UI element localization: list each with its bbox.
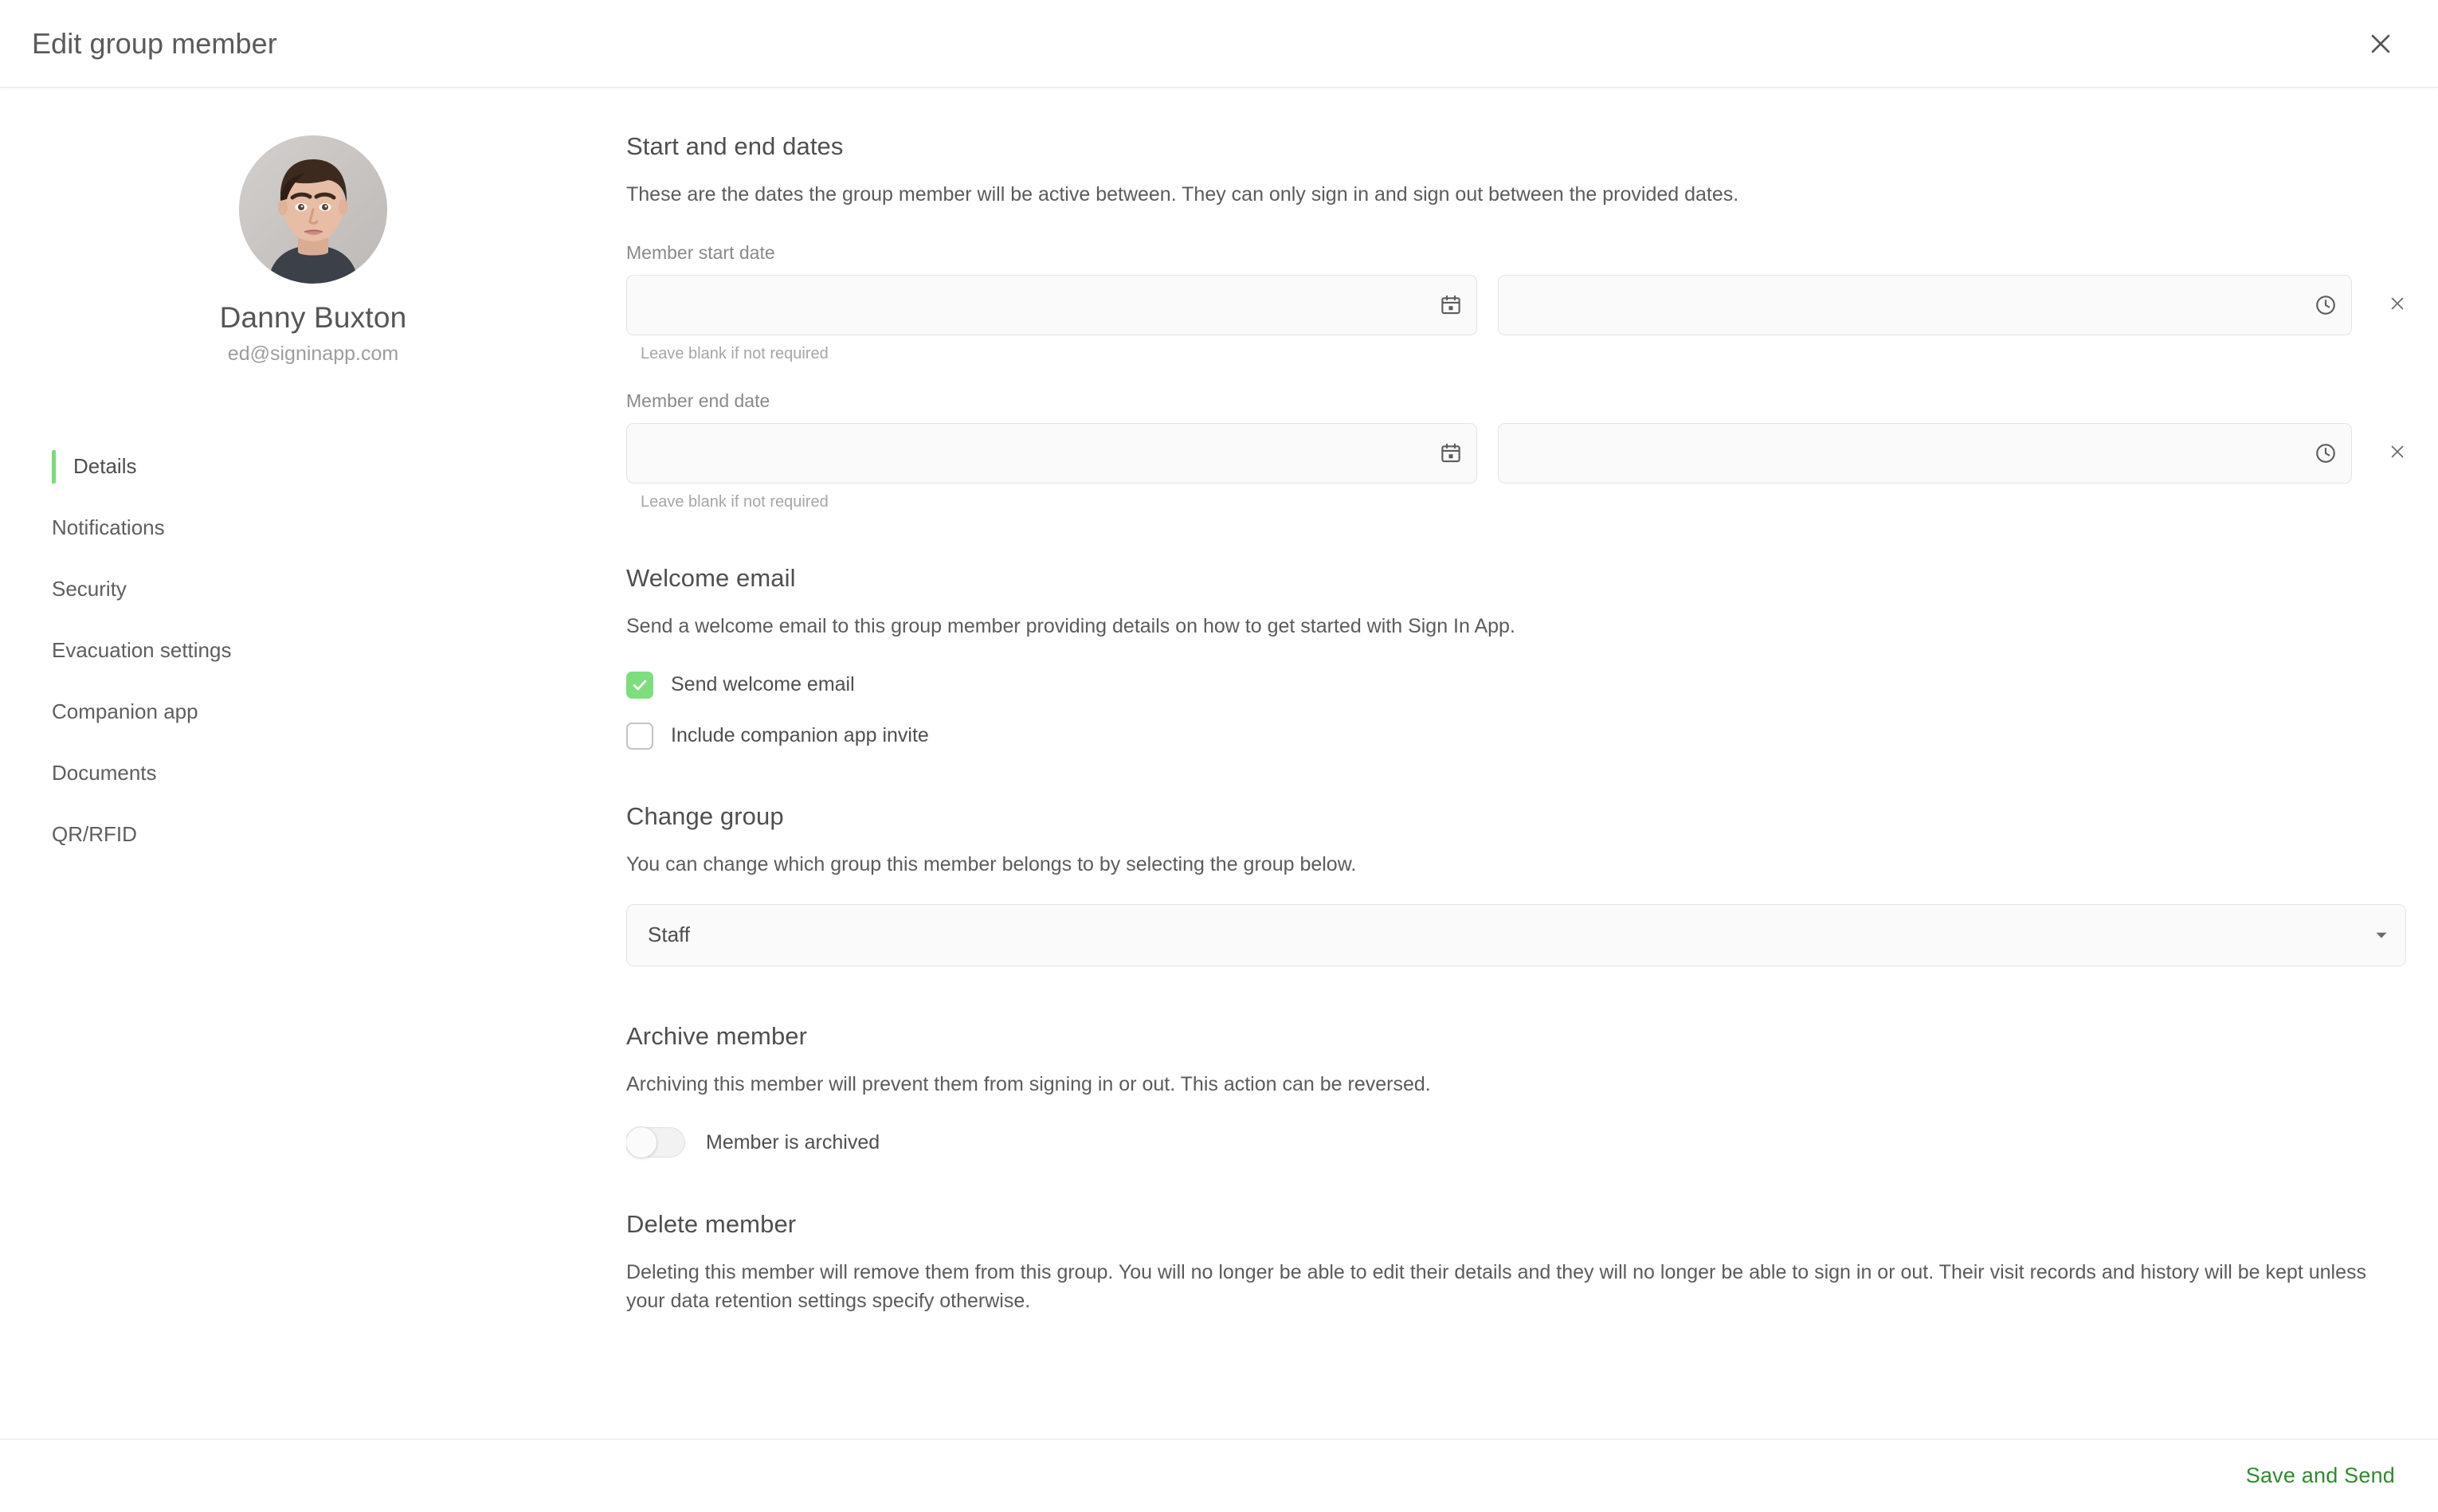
member-name: Danny Buxton <box>219 301 407 334</box>
member-start-date-row: Leave blank if not required <box>626 275 2406 363</box>
member-end-date-input-shell[interactable] <box>626 423 1477 484</box>
start-end-dates-section: Start and end dates These are the dates … <box>626 132 2406 511</box>
member-start-date-hint: Leave blank if not required <box>641 345 829 363</box>
section-title-welcome-email: Welcome email <box>626 564 796 593</box>
member-end-date-row: Leave blank if not required <box>626 423 2406 511</box>
member-end-time-col <box>1498 423 2352 484</box>
clear-start-date-button[interactable] <box>2379 275 2416 335</box>
sidebar-item-label: Evacuation settings <box>52 638 232 662</box>
page-title: Edit group member <box>32 26 277 60</box>
sidebar-item-label: Companion app <box>52 699 198 723</box>
member-start-date-col: Leave blank if not required <box>626 275 1477 363</box>
member-end-time-input-shell[interactable] <box>1498 423 2352 484</box>
welcome-email-section: Welcome email Send a welcome email to th… <box>626 564 2406 750</box>
checkbox-checked-icon[interactable] <box>626 671 653 699</box>
member-start-time-input-shell[interactable] <box>1498 275 2352 336</box>
member-end-date-group: Member end date Leave blank if not requi… <box>626 390 2406 511</box>
include-companion-app-invite-checkbox-row[interactable]: Include companion app invite <box>626 722 2406 750</box>
member-end-time-input[interactable] <box>1499 424 2300 484</box>
section-title-change-group: Change group <box>626 801 784 830</box>
sidebar-item-details[interactable]: Details <box>0 436 626 497</box>
section-title-delete-member: Delete member <box>626 1210 797 1238</box>
modal-footer: Save and Send <box>0 1439 2438 1512</box>
profile-block: Danny Buxton ed@signinapp.com <box>0 135 626 382</box>
member-details-form: Start and end dates These are the dates … <box>626 88 2438 1439</box>
sidebar-item-notifications[interactable]: Notifications <box>0 497 626 558</box>
clear-end-date-button[interactable] <box>2379 423 2416 484</box>
section-description-archive-member: Archiving this member will prevent them … <box>626 1072 1431 1095</box>
member-end-date-hint: Leave blank if not required <box>641 493 829 511</box>
section-title-dates: Start and end dates <box>626 132 844 160</box>
section-description-delete-member: Deleting this member will remove them fr… <box>626 1261 2366 1313</box>
send-welcome-email-label: Send welcome email <box>671 673 855 695</box>
sidebar-item-security[interactable]: Security <box>0 558 626 620</box>
member-email: ed@signinapp.com <box>227 343 399 365</box>
close-icon <box>2388 294 2407 317</box>
member-end-date-input[interactable] <box>627 424 1425 484</box>
sidebar-item-companion-app[interactable]: Companion app <box>0 681 626 742</box>
group-select-value: Staff <box>648 922 691 947</box>
close-icon <box>2388 442 2407 465</box>
sidebar-item-documents[interactable]: Documents <box>0 742 626 804</box>
section-title-archive-member: Archive member <box>626 1021 808 1050</box>
sidebar-item-label: Notifications <box>52 515 165 539</box>
clock-icon[interactable] <box>2300 424 2351 483</box>
member-archived-toggle-row[interactable]: Member is archived <box>626 1126 2406 1158</box>
close-button[interactable] <box>2358 22 2403 66</box>
modal-body: Danny Buxton ed@signinapp.com Details No… <box>0 88 2438 1439</box>
sidebar-item-evacuation-settings[interactable]: Evacuation settings <box>0 620 626 681</box>
section-description-dates: These are the dates the group member wil… <box>626 183 1739 206</box>
member-start-date-input[interactable] <box>627 276 1425 335</box>
sidebar-item-label: Documents <box>52 761 157 785</box>
group-select[interactable]: Staff <box>626 903 2406 966</box>
member-end-date-col: Leave blank if not required <box>626 423 1477 511</box>
checkbox-unchecked-icon[interactable] <box>626 722 653 750</box>
sidebar-item-qr-rfid[interactable]: QR/RFID <box>0 804 626 865</box>
save-and-send-button[interactable]: Save and Send <box>2235 1454 2406 1498</box>
member-sidebar: Danny Buxton ed@signinapp.com Details No… <box>0 88 626 1439</box>
member-start-time-col <box>1498 275 2352 336</box>
close-icon <box>2367 30 2394 57</box>
member-start-date-group: Member start date Leave blank if not req… <box>626 242 2406 363</box>
member-start-date-input-shell[interactable] <box>626 275 1477 336</box>
member-start-time-input[interactable] <box>1499 276 2300 335</box>
section-description-welcome-email: Send a welcome email to this group membe… <box>626 615 1515 638</box>
modal-header: Edit group member <box>0 0 2438 88</box>
send-welcome-email-checkbox-row[interactable]: Send welcome email <box>626 671 2406 699</box>
member-start-date-label: Member start date <box>626 242 775 264</box>
calendar-icon[interactable] <box>1425 276 1476 335</box>
change-group-section: Change group You can change which group … <box>626 802 2406 966</box>
delete-member-section: Delete member Deleting this member will … <box>626 1210 2406 1316</box>
member-end-date-label: Member end date <box>626 390 770 412</box>
sidebar-item-label: QR/RFID <box>52 822 137 846</box>
calendar-icon[interactable] <box>1425 424 1476 483</box>
archive-member-section: Archive member Archiving this member wil… <box>626 1022 2406 1158</box>
chevron-down-icon[interactable] <box>2358 926 2405 944</box>
active-accent-bar <box>52 449 56 484</box>
member-nav: Details Notifications Security Evacuatio… <box>0 436 626 865</box>
member-archived-toggle[interactable] <box>626 1126 685 1158</box>
sidebar-item-label: Details <box>73 454 137 478</box>
member-archived-label: Member is archived <box>706 1130 880 1154</box>
include-companion-app-invite-label: Include companion app invite <box>671 724 929 746</box>
clock-icon[interactable] <box>2300 276 2351 335</box>
edit-group-member-modal: Edit group member Danny Buxton ed@signin… <box>0 0 2438 1512</box>
avatar <box>239 135 387 284</box>
toggle-knob <box>626 1126 657 1158</box>
sidebar-item-label: Security <box>52 577 127 601</box>
avatar-photo <box>239 135 387 284</box>
section-description-change-group: You can change which group this member b… <box>626 852 1357 875</box>
